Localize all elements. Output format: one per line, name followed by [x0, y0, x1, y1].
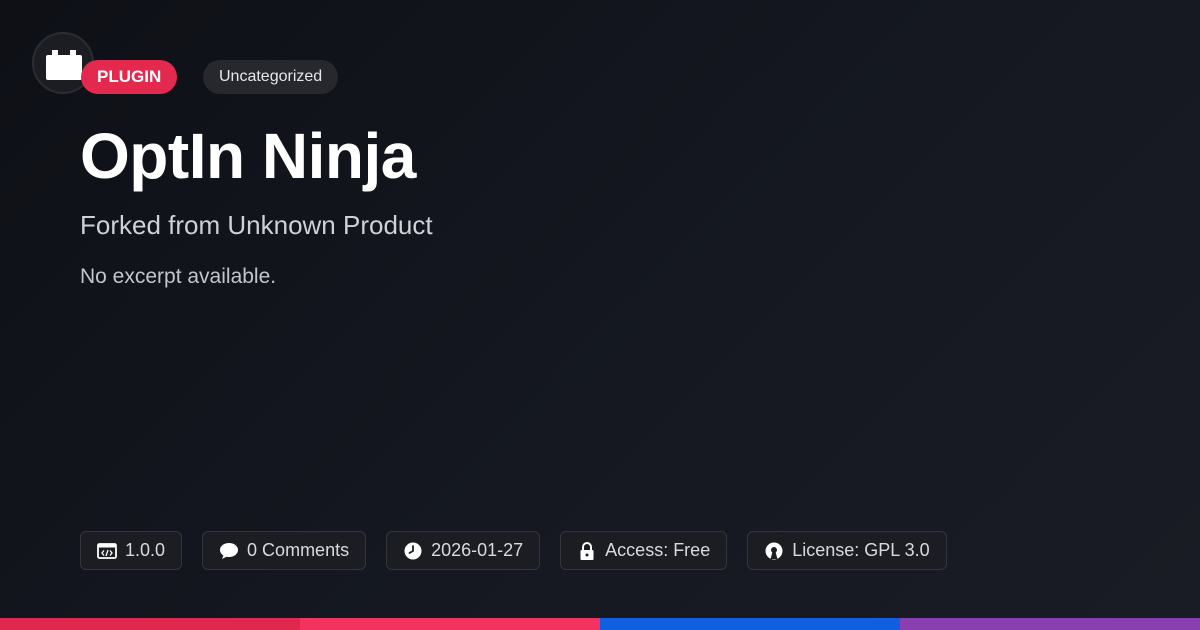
license-chip[interactable]: License: GPL 3.0 [747, 531, 947, 570]
stripe-segment [900, 618, 1200, 630]
plugin-block-icon [46, 50, 82, 80]
comments-chip[interactable]: 0 Comments [202, 531, 367, 570]
comments-label: 0 Comments [247, 540, 350, 560]
excerpt: No excerpt available. [80, 265, 277, 288]
page-title: OptIn Ninja [80, 120, 416, 192]
accent-stripe [0, 618, 1200, 630]
category-badge[interactable]: Uncategorized [203, 60, 339, 94]
type-badge: PLUGIN [81, 60, 178, 94]
date-chip: 2026-01-27 [386, 531, 541, 570]
license-label: License: GPL 3.0 [792, 540, 930, 560]
stripe-segment [600, 618, 900, 630]
version-label: 1.0.0 [125, 540, 166, 560]
meta-row: 1.0.0 0 Comments 2026-01-27 Access: Free… [80, 531, 947, 570]
comment-bubble-icon [219, 541, 239, 561]
access-chip: Access: Free [560, 531, 728, 570]
access-label: Access: Free [605, 540, 711, 560]
lock-icon [577, 541, 597, 561]
stripe-segment [0, 618, 300, 630]
clock-icon [403, 541, 423, 561]
date-label: 2026-01-27 [431, 540, 524, 560]
open-source-icon [764, 541, 784, 561]
code-window-icon [97, 541, 117, 561]
subtitle: Forked from Unknown Product [80, 210, 433, 240]
stripe-segment [300, 618, 600, 630]
version-chip: 1.0.0 [80, 531, 183, 570]
